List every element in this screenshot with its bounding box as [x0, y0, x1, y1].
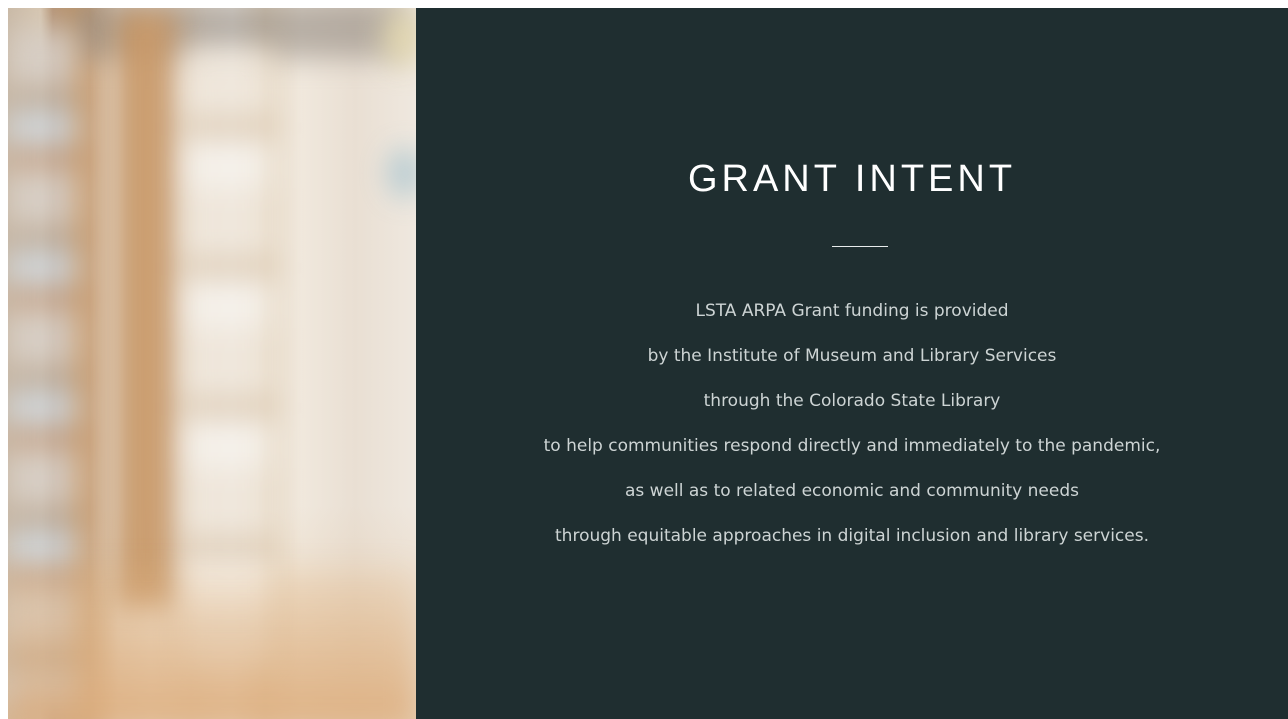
photo-floor — [8, 568, 416, 719]
slide-body: LSTA ARPA Grant funding is provided by t… — [516, 299, 1188, 569]
photo-bokeh-light — [383, 8, 416, 68]
body-line: to help communities respond directly and… — [543, 436, 1161, 456]
body-line: by the Institute of Museum and Library S… — [647, 346, 1057, 366]
body-line: as well as to related economic and commu… — [625, 481, 1079, 501]
body-line: through the Colorado State Library — [703, 391, 1001, 411]
slide: GRANT INTENT LSTA ARPA Grant funding is … — [8, 8, 1288, 719]
library-photo — [8, 8, 416, 719]
title-divider — [832, 246, 888, 247]
slide-title: GRANT INTENT — [687, 158, 1017, 200]
body-line: through equitable approaches in digital … — [555, 526, 1149, 546]
body-line: LSTA ARPA Grant funding is provided — [695, 301, 1009, 321]
photo-wooden-pillar — [116, 8, 178, 608]
photo-bokeh-light — [388, 148, 416, 198]
slide-content: GRANT INTENT LSTA ARPA Grant funding is … — [416, 8, 1288, 719]
